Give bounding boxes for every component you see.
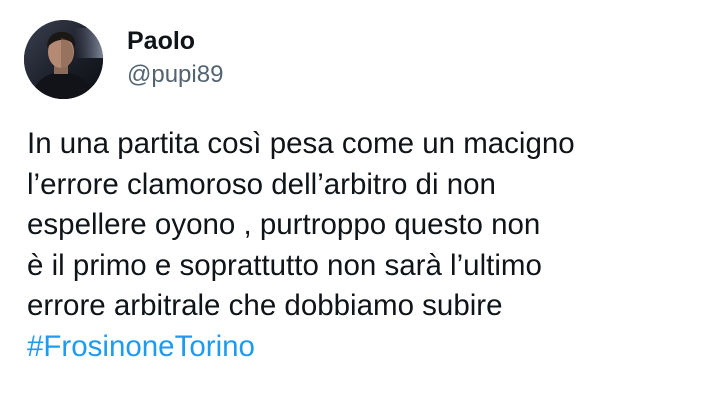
tweet-card: Paolo @pupi89 In una partita così pesa c… xyxy=(0,0,712,402)
tweet-text-line: è il primo e soprattutto non sarà l’ulti… xyxy=(27,248,542,282)
tweet-text-line: In una partita così pesa come un macigno xyxy=(27,127,575,160)
hashtag-line: #FrosinoneTorino xyxy=(27,327,707,368)
hashtag-link[interactable]: #FrosinoneTorino xyxy=(27,330,255,363)
tweet-text-line: errore arbitrale che dobbiamo subire xyxy=(27,289,503,322)
tweet-text-line: l’errore clamoroso dell’arbitro di non xyxy=(27,167,496,201)
user-avatar-icon xyxy=(24,20,103,99)
tweet-text-line: espellere oyono , purtroppo questo non xyxy=(27,208,541,241)
author-display-name[interactable]: Paolo xyxy=(127,26,195,56)
author-handle[interactable]: @pupi89 xyxy=(127,60,223,90)
avatar[interactable] xyxy=(24,20,103,99)
tweet-text: In una partita così pesa come un macigno… xyxy=(27,124,707,367)
